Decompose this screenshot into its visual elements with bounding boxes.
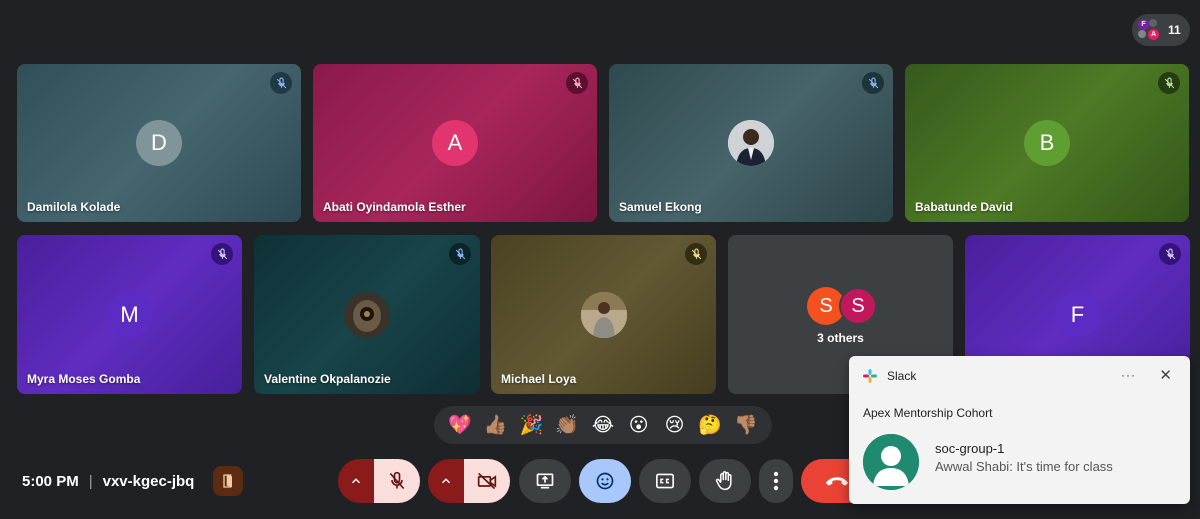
hang-up-icon bbox=[825, 477, 849, 486]
avatar: D bbox=[136, 120, 182, 166]
participant-tile[interactable]: Valentine Okpalanozie bbox=[254, 235, 480, 394]
meeting-info: 5:00 PM | vxv-kgec-jbq bbox=[22, 473, 194, 490]
reaction-party-popper[interactable]: 🎉 bbox=[517, 413, 545, 437]
notification-avatar bbox=[863, 434, 919, 490]
raise-hand-button[interactable] bbox=[699, 459, 751, 503]
captions-button[interactable] bbox=[639, 459, 691, 503]
participant-name: Babatunde David bbox=[915, 200, 1014, 214]
camera-toggle-button[interactable] bbox=[464, 459, 510, 503]
participants-count: 11 bbox=[1168, 23, 1181, 37]
mic-off-icon bbox=[1159, 243, 1181, 265]
notification-message: Awwal Shabi: It's time for class bbox=[935, 459, 1113, 474]
notification-title: soc-group-1 bbox=[935, 441, 1005, 456]
avatar-photo bbox=[344, 291, 390, 338]
reaction-thumbs-up[interactable]: 👍🏽 bbox=[482, 413, 510, 437]
avatar: S bbox=[839, 287, 877, 325]
participant-tile[interactable]: D Damilola Kolade bbox=[17, 64, 301, 222]
reactions-bar: 💖 👍🏽 🎉 👏🏽 😂 😮 😢 🤔 👎🏽 bbox=[434, 406, 772, 444]
present-screen-icon bbox=[536, 473, 554, 489]
avatar: M bbox=[106, 291, 153, 338]
raise-hand-icon bbox=[715, 471, 732, 491]
mic-off-icon bbox=[270, 72, 292, 94]
participant-tile[interactable]: Michael Loya bbox=[491, 235, 716, 394]
others-label: 3 others bbox=[817, 331, 864, 345]
chevron-up-icon bbox=[441, 478, 451, 484]
avatar: B bbox=[1024, 120, 1070, 166]
participants-mini-avatars: F A bbox=[1138, 19, 1160, 41]
mic-off-icon bbox=[449, 243, 471, 265]
participant-name: Myra Moses Gomba bbox=[27, 372, 141, 386]
more-options-button[interactable] bbox=[759, 459, 793, 503]
mini-avatar: F bbox=[1138, 19, 1149, 30]
meeting-code: vxv-kgec-jbq bbox=[102, 473, 195, 490]
notification-toast[interactable]: Slack ··· ✕ Apex Mentorship Cohort soc-g… bbox=[849, 356, 1190, 504]
others-avatars: S S bbox=[807, 287, 879, 325]
reaction-sparkling-heart[interactable]: 💖 bbox=[446, 413, 474, 437]
participant-tile[interactable]: M Myra Moses Gomba bbox=[17, 235, 242, 394]
participant-name: Damilola Kolade bbox=[27, 200, 121, 214]
slack-logo-icon bbox=[863, 369, 877, 383]
more-horizontal-icon[interactable]: ··· bbox=[1121, 368, 1136, 382]
notification-app-name: Slack bbox=[887, 369, 917, 383]
reaction-thumbs-down[interactable]: 👎🏽 bbox=[732, 413, 760, 437]
present-screen-button[interactable] bbox=[519, 459, 571, 503]
avatar: F bbox=[1054, 291, 1101, 338]
participant-name: Samuel Ekong bbox=[619, 200, 702, 214]
more-vertical-icon bbox=[773, 471, 779, 491]
participant-tile[interactable]: A Abati Oyindamola Esther bbox=[313, 64, 597, 222]
notification-header: Slack bbox=[863, 369, 916, 383]
mini-avatar-photo bbox=[1138, 30, 1146, 38]
mic-off-icon bbox=[211, 243, 233, 265]
mic-off-icon bbox=[862, 72, 884, 94]
chevron-up-icon bbox=[351, 478, 361, 484]
mini-avatar-photo bbox=[1149, 19, 1157, 27]
audio-options-button[interactable] bbox=[338, 459, 374, 503]
smiley-icon bbox=[596, 472, 614, 490]
participant-tile[interactable]: Samuel Ekong bbox=[609, 64, 893, 222]
meeting-time: 5:00 PM bbox=[22, 473, 79, 490]
emoji-reactions-button[interactable] bbox=[579, 459, 631, 503]
meeting-separator: | bbox=[88, 473, 93, 490]
mic-off-icon bbox=[389, 471, 405, 490]
reaction-thinking[interactable]: 🤔 bbox=[696, 413, 724, 437]
mic-off-icon bbox=[566, 72, 588, 94]
notification-group: Apex Mentorship Cohort bbox=[863, 406, 993, 420]
participant-tile[interactable]: B Babatunde David bbox=[905, 64, 1189, 222]
participants-button[interactable]: F A 11 bbox=[1132, 14, 1190, 46]
closed-captions-icon bbox=[656, 473, 674, 489]
close-icon[interactable]: ✕ bbox=[1159, 366, 1172, 384]
avatar: A bbox=[432, 120, 478, 166]
participant-name: Abati Oyindamola Esther bbox=[323, 200, 466, 214]
camera-off-icon bbox=[477, 472, 497, 490]
video-options-button[interactable] bbox=[428, 459, 464, 503]
mini-avatar: A bbox=[1148, 29, 1159, 40]
mic-off-icon bbox=[1158, 72, 1180, 94]
avatar-photo bbox=[580, 291, 627, 338]
door-icon[interactable] bbox=[213, 466, 243, 496]
participant-name: Michael Loya bbox=[501, 372, 577, 386]
reaction-tears-of-joy[interactable]: 😂 bbox=[589, 414, 617, 437]
reaction-surprised[interactable]: 😮 bbox=[625, 414, 653, 437]
microphone-toggle-button[interactable] bbox=[374, 459, 420, 503]
participant-name: Valentine Okpalanozie bbox=[264, 372, 391, 386]
avatar-photo bbox=[728, 120, 774, 166]
reaction-clapping[interactable]: 👏🏽 bbox=[553, 413, 581, 437]
mic-off-icon bbox=[685, 243, 707, 265]
reaction-crying[interactable]: 😢 bbox=[660, 414, 688, 437]
